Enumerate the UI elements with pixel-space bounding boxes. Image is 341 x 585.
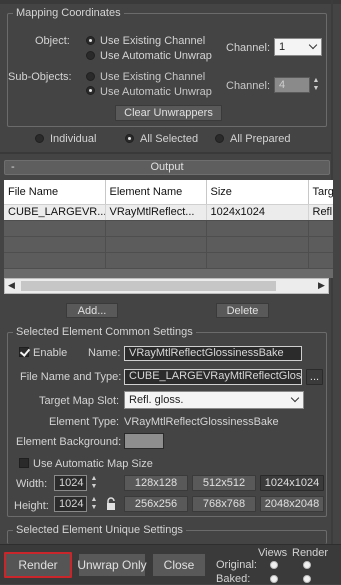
output-horizontal-scrollbar[interactable]: ◀ ▶ — [4, 278, 329, 294]
column-header-target[interactable]: Targ — [308, 180, 333, 205]
element-type-label: Element Type: — [49, 416, 120, 428]
sub-use-unwrap-radio[interactable] — [86, 86, 95, 95]
sub-use-existing-radio[interactable] — [86, 72, 95, 81]
auto-map-size-label: Use Automatic Map Size — [33, 458, 153, 470]
target-map-slot-value: Refl. gloss. — [129, 394, 184, 406]
delete-element-button[interactable]: Delete — [216, 303, 269, 318]
unique-settings-title: Selected Element Unique Settings — [13, 524, 186, 536]
table-row-empty[interactable] — [4, 220, 333, 237]
element-type-value: VRayMtlReflectGlossinessBake — [124, 416, 279, 428]
name-label: Name: — [88, 347, 121, 359]
sub-channel-label: Channel: — [226, 80, 271, 92]
width-spinner-icon[interactable]: ▲ ▼ — [89, 475, 99, 491]
bake-individual-label: Individual — [50, 133, 97, 145]
sub-use-unwrap-label: Use Automatic Unwrap — [100, 86, 212, 98]
baked-label: Baked: — [216, 573, 251, 585]
lock-aspect-icon[interactable] — [104, 497, 118, 511]
bake-all-selected-radio[interactable] — [125, 134, 134, 143]
unwrap-only-button[interactable]: Unwrap Only — [77, 553, 147, 577]
target-map-slot-select[interactable]: Refl. gloss. — [124, 391, 304, 409]
table-row-empty[interactable] — [4, 236, 333, 253]
browse-file-button[interactable]: ... — [306, 369, 323, 385]
bake-individual-radio[interactable] — [35, 134, 44, 143]
section-separator — [0, 152, 331, 154]
cell-size: 1024x1024 — [206, 204, 309, 221]
baked-views-radio[interactable] — [270, 575, 278, 583]
baked-render-radio[interactable] — [303, 575, 311, 583]
original-views-radio[interactable] — [270, 561, 278, 569]
height-label: Height: — [14, 500, 49, 512]
original-label: Original: — [216, 559, 257, 571]
output-table: File Name Element Name Size Targ CUBE_LA… — [4, 180, 333, 269]
output-title: Output — [150, 161, 184, 173]
bake-all-selected-label: All Selected — [140, 133, 199, 145]
column-header-element-name[interactable]: Element Name — [105, 180, 207, 205]
clear-unwrappers-button[interactable]: Clear Unwrappers — [115, 105, 222, 121]
top-divider — [331, 0, 333, 584]
object-use-existing-radio[interactable] — [86, 36, 95, 45]
file-name-type-label: File Name and Type: — [20, 371, 122, 383]
element-background-label: Element Background: — [16, 436, 122, 448]
object-use-unwrap-radio[interactable] — [86, 51, 95, 60]
size-preset-button[interactable]: 128x128 — [124, 475, 188, 491]
subobjects-label: Sub-Objects: — [8, 71, 72, 83]
table-header-row: File Name Element Name Size Targ — [4, 180, 333, 205]
render-column-label: Render — [292, 547, 329, 559]
enable-label: Enable — [33, 347, 68, 359]
original-render-radio[interactable] — [303, 561, 311, 569]
object-label: Object: — [35, 35, 70, 47]
table-row[interactable]: CUBE_LARGEVR... VRayMtlReflect... 1024x1… — [4, 204, 333, 221]
scroll-left-icon[interactable]: ◀ — [8, 280, 15, 291]
auto-map-size-checkbox[interactable] — [19, 458, 29, 468]
cell-target: Refl — [308, 204, 333, 221]
scroll-right-icon[interactable]: ▶ — [318, 280, 325, 291]
close-button[interactable]: Close — [152, 553, 206, 577]
object-channel-label: Channel: — [226, 42, 271, 54]
size-preset-button[interactable]: 256x256 — [124, 496, 188, 512]
element-background-swatch[interactable] — [124, 433, 164, 449]
chevron-down-icon — [290, 393, 300, 403]
target-map-slot-label: Target Map Slot: — [39, 395, 120, 407]
enable-checkbox[interactable] — [19, 347, 29, 357]
add-element-button[interactable]: Add... — [66, 303, 118, 318]
bake-all-prepared-radio[interactable] — [215, 134, 224, 143]
sub-channel-value: 4 — [279, 79, 286, 91]
table-row-empty[interactable] — [4, 252, 333, 269]
width-label: Width: — [16, 478, 48, 490]
size-preset-button[interactable]: 512x512 — [192, 475, 256, 491]
common-settings-title: Selected Element Common Settings — [13, 326, 196, 338]
sub-use-existing-label: Use Existing Channel — [100, 71, 206, 83]
element-name-input[interactable]: VRayMtlReflectGlossinessBake — [124, 346, 302, 361]
size-preset-button[interactable]: 2048x2048 — [260, 496, 324, 512]
file-name-input[interactable]: CUBE_LARGEVRayMtlReflectGlossir — [124, 369, 302, 385]
object-channel-select[interactable]: 1 — [274, 38, 322, 56]
object-use-existing-label: Use Existing Channel — [100, 35, 206, 47]
sub-channel-spinner[interactable]: 4 — [274, 77, 310, 93]
bake-all-prepared-label: All Prepared — [230, 133, 291, 145]
size-preset-button-active[interactable]: 1024x1024 — [260, 475, 324, 491]
scrollbar-thumb[interactable] — [21, 281, 276, 291]
spinner-arrows-icon[interactable]: ▲ ▼ — [311, 77, 321, 93]
cell-file-name: CUBE_LARGEVR... — [4, 204, 106, 221]
column-header-file-name[interactable]: File Name — [4, 180, 106, 205]
chevron-down-icon — [308, 40, 318, 50]
height-spinner-icon[interactable]: ▲ ▼ — [89, 496, 99, 512]
output-table-container: File Name Element Name Size Targ CUBE_LA… — [4, 180, 333, 278]
render-button[interactable]: Render — [4, 552, 72, 578]
output-rollout-header[interactable]: - Output — [4, 160, 330, 175]
cell-element-name: VRayMtlReflect... — [105, 204, 207, 221]
column-header-size[interactable]: Size — [206, 180, 309, 205]
object-channel-value: 1 — [279, 41, 286, 53]
views-label: Views — [258, 547, 288, 559]
mapping-coordinates-title: Mapping Coordinates — [13, 7, 124, 19]
object-use-unwrap-label: Use Automatic Unwrap — [100, 50, 212, 62]
height-input[interactable]: 1024 — [54, 496, 87, 512]
width-input[interactable]: 1024 — [54, 475, 87, 491]
top-strip — [0, 0, 341, 4]
size-preset-button[interactable]: 768x768 — [192, 496, 256, 512]
